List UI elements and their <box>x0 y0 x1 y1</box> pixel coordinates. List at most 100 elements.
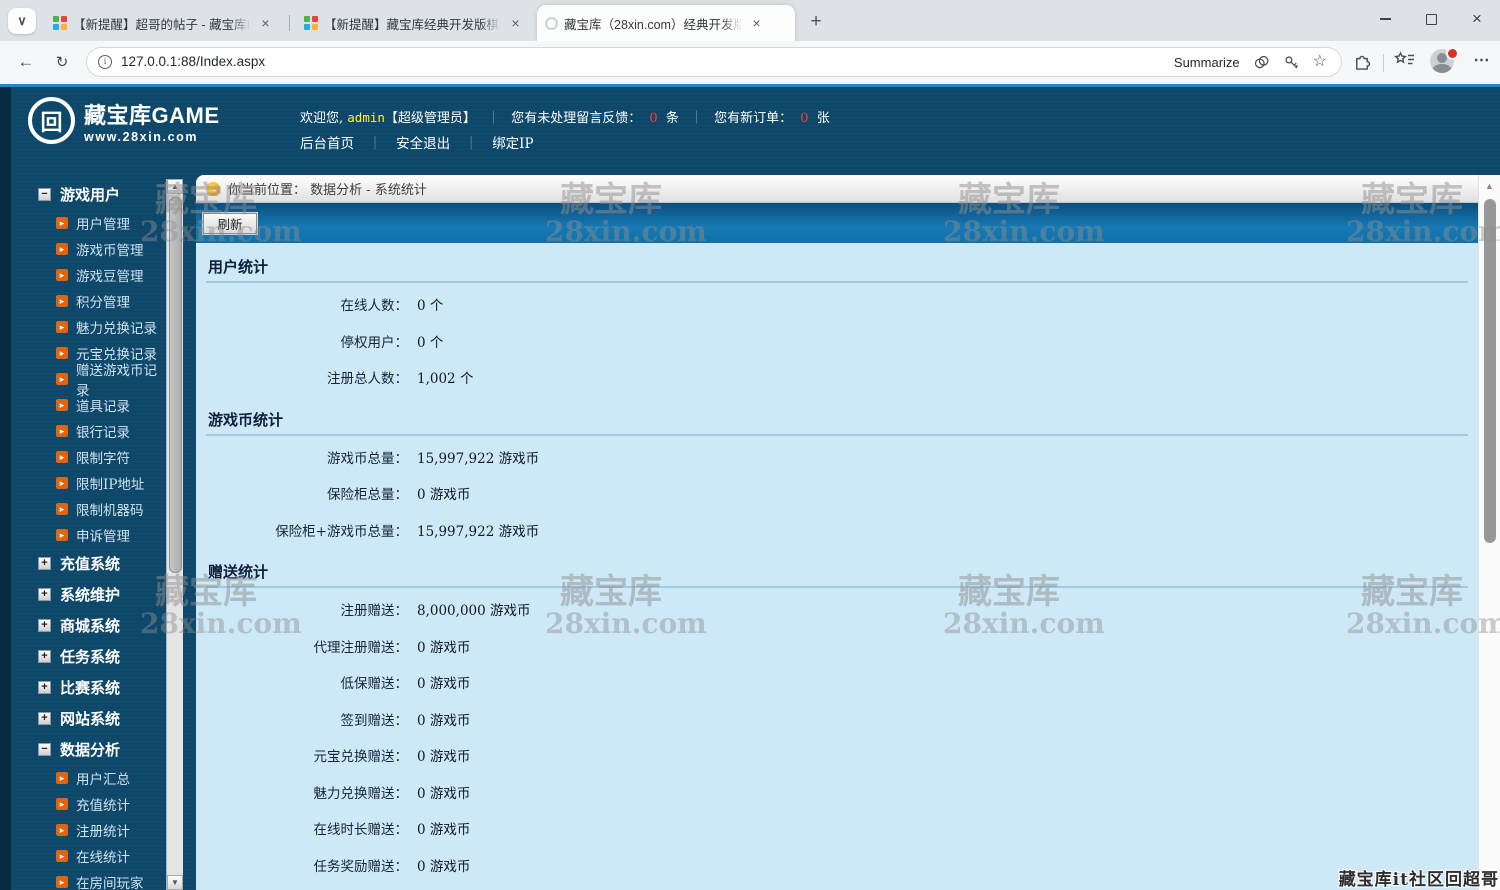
scroll-up-icon[interactable]: ▲ <box>167 179 183 194</box>
stat-label: 任务奖励赠送： <box>313 858 409 875</box>
sidebar-group-2[interactable]: + 系统维护 <box>0 579 166 610</box>
sidebar-item[interactable]: ▸ 在线统计 <box>0 843 166 869</box>
site-info-icon[interactable]: i <box>98 55 112 69</box>
sidebar-group-6[interactable]: + 网站系统 <box>0 703 166 734</box>
arrow-bullet-icon: ▸ <box>56 425 68 437</box>
content-scrollbar[interactable]: ▲ <box>1478 175 1500 890</box>
collapse-icon[interactable]: − <box>38 188 51 201</box>
breadcrumb-arrow-icon: → <box>206 181 220 196</box>
sidebar-group-label: 系统维护 <box>60 586 121 604</box>
sidebar-item-label: 充值统计 <box>76 798 130 814</box>
sidebar-item-label: 限制IP地址 <box>76 477 145 493</box>
sidebar-item[interactable]: ▸ 注册统计 <box>0 817 166 843</box>
new-tab-button[interactable]: + <box>803 9 829 35</box>
expand-icon[interactable]: + <box>38 557 51 570</box>
brand-title: 藏宝库GAME <box>84 102 220 128</box>
sidebar-item[interactable]: ▸ 游戏豆管理 <box>0 262 166 288</box>
favorite-star-icon[interactable]: ☆ <box>1313 54 1327 70</box>
tab-close-icon[interactable]: × <box>507 15 524 32</box>
arrow-bullet-icon: ▸ <box>56 772 68 784</box>
tab-search-button[interactable]: ∨ <box>8 8 36 34</box>
link-safe-logout[interactable]: 安全退出 <box>396 136 450 152</box>
expand-icon[interactable]: + <box>38 588 51 601</box>
sidebar-item-label: 积分管理 <box>76 295 130 311</box>
password-key-icon[interactable] <box>1283 54 1300 71</box>
address-bar[interactable]: i 127.0.0.1:88/Index.aspx Summarize ☆ <box>86 47 1342 77</box>
sidebar-item-label: 魅力兑换记录 <box>76 321 157 337</box>
sidebar-group-4[interactable]: + 任务系统 <box>0 641 166 672</box>
refresh-button[interactable]: ↻ <box>48 48 76 76</box>
stat-label: 停权用户： <box>340 334 409 351</box>
tab-close-icon[interactable]: × <box>257 15 274 32</box>
favorites-icon[interactable] <box>1394 51 1416 68</box>
sidebar-item[interactable]: ▸ 用户汇总 <box>0 765 166 791</box>
summarize-button[interactable]: Summarize <box>1174 55 1240 70</box>
more-menu-icon[interactable]: ⋯ <box>1470 46 1494 74</box>
section-rows: 在线人数： 0 个停权用户： 0 个注册总人数： 1,002 个 <box>196 283 1478 396</box>
sidebar-item[interactable]: ▸ 限制机器码 <box>0 496 166 522</box>
sidebar-item[interactable]: ▸ 用户管理 <box>0 210 166 236</box>
arrow-bullet-icon: ▸ <box>56 321 68 333</box>
expand-icon[interactable]: + <box>38 681 51 694</box>
minimize-button[interactable] <box>1362 0 1408 38</box>
expand-icon[interactable]: + <box>38 650 51 663</box>
sidebar-item[interactable]: ▸ 限制IP地址 <box>0 470 166 496</box>
collapse-icon[interactable]: − <box>38 743 51 756</box>
arrow-bullet-icon: ▸ <box>56 477 68 489</box>
stat-row: 低保赠送： 0 游戏币 <box>196 664 1478 701</box>
extensions-icon[interactable] <box>1353 51 1372 70</box>
sidebar-group-7[interactable]: − 数据分析 <box>0 734 166 765</box>
tab-admin-panel-active[interactable]: 藏宝库（28xin.com）经典开发版棋牌 × <box>537 5 795 41</box>
sidebar-group-3[interactable]: + 商城系统 <box>0 610 166 641</box>
scroll-down-icon[interactable]: ▼ <box>167 875 183 890</box>
action-toolbar: 刷新 <box>196 203 1478 243</box>
sidebar-item-label: 游戏豆管理 <box>76 269 144 285</box>
scroll-up-icon[interactable]: ▲ <box>1479 181 1500 191</box>
sidebar-group-5[interactable]: + 比赛系统 <box>0 672 166 703</box>
sidebar-item[interactable]: ▸ 赠送游戏币记录 <box>0 363 166 399</box>
section-title: 用户统计 <box>206 243 1468 283</box>
url-text[interactable]: 127.0.0.1:88/Index.aspx <box>121 48 265 76</box>
tab-close-icon[interactable]: × <box>748 15 765 32</box>
sidebar-item[interactable]: ▸ 充值统计 <box>0 791 166 817</box>
stat-row: 保险柜+游戏币总量： 15,997,922 游戏币 <box>196 512 1478 549</box>
sidebar-scrollbar[interactable]: ▲ ▼ <box>166 179 183 890</box>
admin-page: 回 藏宝库GAME www.28xin.com 欢迎您, admin【超级管理员… <box>0 84 1500 890</box>
copilot-icon[interactable] <box>1253 54 1270 71</box>
sidebar-group-1[interactable]: + 充值系统 <box>0 548 166 579</box>
site-gray-favicon <box>545 16 558 30</box>
sidebar-item-label: 限制字符 <box>76 451 130 467</box>
sidebar-group-label: 网站系统 <box>60 710 121 728</box>
content-scroll-thumb[interactable] <box>1484 199 1496 543</box>
sidebar-item[interactable]: ▸ 积分管理 <box>0 288 166 314</box>
stat-label: 在线人数： <box>340 298 409 315</box>
sidebar-group-label: 比赛系统 <box>60 679 121 697</box>
expand-icon[interactable]: + <box>38 619 51 632</box>
link-bind-ip[interactable]: 绑定IP <box>492 136 533 152</box>
stat-row: 游戏币总量： 15,997,922 游戏币 <box>196 439 1478 476</box>
sidebar-group-0[interactable]: − 游戏用户 <box>0 179 166 210</box>
sidebar-item[interactable]: ▸ 申诉管理 <box>0 522 166 548</box>
sidebar-item[interactable]: ▸ 银行记录 <box>0 418 166 444</box>
sidebar-item[interactable]: ▸ 在房间玩家 <box>0 869 166 890</box>
sidebar-item[interactable]: ▸ 游戏币管理 <box>0 236 166 262</box>
stat-value: 15,997,922 游戏币 <box>417 523 540 540</box>
arrow-bullet-icon: ▸ <box>56 876 68 888</box>
sidebar-item[interactable]: ▸ 限制字符 <box>0 444 166 470</box>
stat-label: 魅力兑换赠送： <box>313 785 409 802</box>
sidebar-item[interactable]: ▸ 魅力兑换记录 <box>0 314 166 340</box>
back-button[interactable]: ← <box>12 48 40 76</box>
refresh-data-button[interactable]: 刷新 <box>203 212 257 234</box>
restore-button[interactable] <box>1408 0 1454 38</box>
sidebar-item-label: 申诉管理 <box>76 529 130 545</box>
expand-icon[interactable]: + <box>38 712 51 725</box>
breadcrumb-prefix: 你当前位置： <box>228 183 307 198</box>
tab-forum-board[interactable]: 【新提醒】藏宝库经典开发版棋牌 × <box>296 6 532 40</box>
stat-value: 0 游戏币 <box>417 639 471 656</box>
sidebar-item-label: 用户管理 <box>76 217 130 233</box>
tab-forum-post[interactable]: 【新提醒】超哥的帖子 - 藏宝库It社区 × <box>45 6 285 40</box>
close-button[interactable]: × <box>1454 0 1500 38</box>
section-rows: 游戏币总量： 15,997,922 游戏币 保险柜总量： 0 游戏币 保险柜+游戏币总量… <box>196 436 1478 549</box>
link-backend-home[interactable]: 后台首页 <box>300 136 354 152</box>
sidebar-scroll-thumb[interactable] <box>168 197 182 573</box>
